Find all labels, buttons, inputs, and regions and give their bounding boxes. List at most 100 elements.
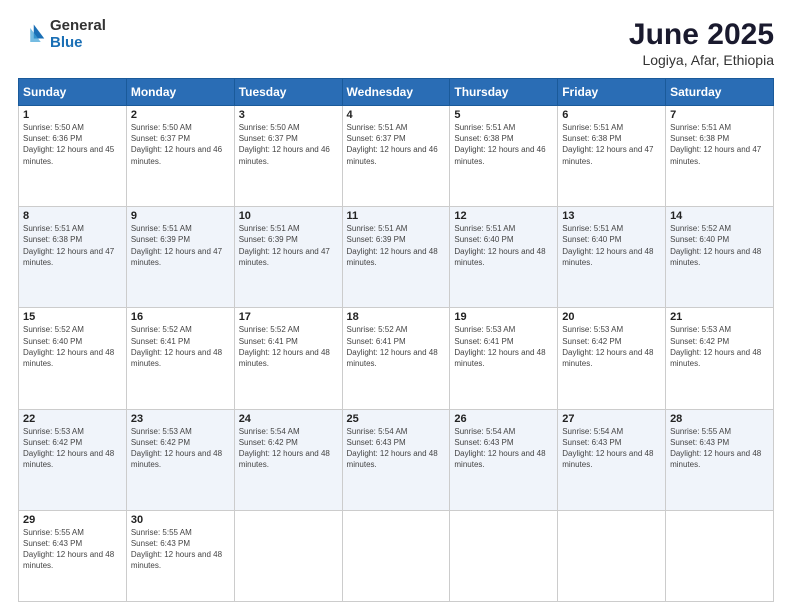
- day-header-sunday: Sunday: [19, 79, 127, 106]
- calendar-cell: 28 Sunrise: 5:55 AM Sunset: 6:43 PM Dayl…: [666, 409, 774, 510]
- logo: General Blue: [18, 18, 106, 51]
- calendar-cell: 14 Sunrise: 5:52 AM Sunset: 6:40 PM Dayl…: [666, 207, 774, 308]
- day-number: 9: [131, 210, 230, 222]
- day-number: 17: [239, 311, 338, 323]
- day-header-monday: Monday: [126, 79, 234, 106]
- calendar-cell: 15 Sunrise: 5:52 AM Sunset: 6:40 PM Dayl…: [19, 308, 127, 409]
- calendar-cell: 13 Sunrise: 5:51 AM Sunset: 6:40 PM Dayl…: [558, 207, 666, 308]
- day-detail: Sunrise: 5:52 AM Sunset: 6:41 PM Dayligh…: [131, 324, 230, 369]
- day-detail: Sunrise: 5:54 AM Sunset: 6:43 PM Dayligh…: [454, 426, 553, 471]
- calendar-cell: 27 Sunrise: 5:54 AM Sunset: 6:43 PM Dayl…: [558, 409, 666, 510]
- calendar-cell: [558, 510, 666, 601]
- day-number: 10: [239, 210, 338, 222]
- day-number: 11: [347, 210, 446, 222]
- day-number: 5: [454, 109, 553, 121]
- calendar-cell: 7 Sunrise: 5:51 AM Sunset: 6:38 PM Dayli…: [666, 106, 774, 207]
- calendar-cell: 30 Sunrise: 5:55 AM Sunset: 6:43 PM Dayl…: [126, 510, 234, 601]
- day-detail: Sunrise: 5:51 AM Sunset: 6:38 PM Dayligh…: [454, 122, 553, 167]
- day-detail: Sunrise: 5:53 AM Sunset: 6:42 PM Dayligh…: [131, 426, 230, 471]
- calendar-cell: 12 Sunrise: 5:51 AM Sunset: 6:40 PM Dayl…: [450, 207, 558, 308]
- day-header-thursday: Thursday: [450, 79, 558, 106]
- day-detail: Sunrise: 5:55 AM Sunset: 6:43 PM Dayligh…: [670, 426, 769, 471]
- calendar-cell: 25 Sunrise: 5:54 AM Sunset: 6:43 PM Dayl…: [342, 409, 450, 510]
- calendar-cell: 9 Sunrise: 5:51 AM Sunset: 6:39 PM Dayli…: [126, 207, 234, 308]
- day-number: 6: [562, 109, 661, 121]
- day-detail: Sunrise: 5:51 AM Sunset: 6:40 PM Dayligh…: [454, 223, 553, 268]
- day-number: 3: [239, 109, 338, 121]
- day-detail: Sunrise: 5:51 AM Sunset: 6:38 PM Dayligh…: [562, 122, 661, 167]
- logo-line1: General: [50, 18, 106, 35]
- calendar-week-row: 29 Sunrise: 5:55 AM Sunset: 6:43 PM Dayl…: [19, 510, 774, 601]
- day-number: 13: [562, 210, 661, 222]
- day-detail: Sunrise: 5:50 AM Sunset: 6:37 PM Dayligh…: [239, 122, 338, 167]
- day-detail: Sunrise: 5:50 AM Sunset: 6:37 PM Dayligh…: [131, 122, 230, 167]
- day-number: 16: [131, 311, 230, 323]
- day-number: 15: [23, 311, 122, 323]
- day-detail: Sunrise: 5:52 AM Sunset: 6:40 PM Dayligh…: [670, 223, 769, 268]
- day-detail: Sunrise: 5:50 AM Sunset: 6:36 PM Dayligh…: [23, 122, 122, 167]
- day-number: 2: [131, 109, 230, 121]
- calendar-cell: 10 Sunrise: 5:51 AM Sunset: 6:39 PM Dayl…: [234, 207, 342, 308]
- calendar-cell: 17 Sunrise: 5:52 AM Sunset: 6:41 PM Dayl…: [234, 308, 342, 409]
- day-detail: Sunrise: 5:54 AM Sunset: 6:42 PM Dayligh…: [239, 426, 338, 471]
- calendar-cell: 4 Sunrise: 5:51 AM Sunset: 6:37 PM Dayli…: [342, 106, 450, 207]
- calendar-table: SundayMondayTuesdayWednesdayThursdayFrid…: [18, 78, 774, 602]
- calendar-cell: [234, 510, 342, 601]
- day-number: 12: [454, 210, 553, 222]
- day-number: 18: [347, 311, 446, 323]
- day-number: 26: [454, 413, 553, 425]
- day-number: 30: [131, 514, 230, 526]
- day-header-wednesday: Wednesday: [342, 79, 450, 106]
- calendar-cell: 24 Sunrise: 5:54 AM Sunset: 6:42 PM Dayl…: [234, 409, 342, 510]
- day-detail: Sunrise: 5:51 AM Sunset: 6:37 PM Dayligh…: [347, 122, 446, 167]
- day-number: 29: [23, 514, 122, 526]
- calendar-week-row: 8 Sunrise: 5:51 AM Sunset: 6:38 PM Dayli…: [19, 207, 774, 308]
- day-detail: Sunrise: 5:53 AM Sunset: 6:41 PM Dayligh…: [454, 324, 553, 369]
- day-detail: Sunrise: 5:52 AM Sunset: 6:41 PM Dayligh…: [347, 324, 446, 369]
- day-detail: Sunrise: 5:54 AM Sunset: 6:43 PM Dayligh…: [562, 426, 661, 471]
- day-number: 21: [670, 311, 769, 323]
- calendar-cell: [450, 510, 558, 601]
- day-detail: Sunrise: 5:53 AM Sunset: 6:42 PM Dayligh…: [562, 324, 661, 369]
- day-number: 4: [347, 109, 446, 121]
- logo-text: General Blue: [50, 18, 106, 51]
- day-number: 19: [454, 311, 553, 323]
- calendar-cell: 3 Sunrise: 5:50 AM Sunset: 6:37 PM Dayli…: [234, 106, 342, 207]
- day-detail: Sunrise: 5:51 AM Sunset: 6:38 PM Dayligh…: [23, 223, 122, 268]
- calendar-cell: 11 Sunrise: 5:51 AM Sunset: 6:39 PM Dayl…: [342, 207, 450, 308]
- logo-line2: Blue: [50, 35, 106, 52]
- calendar-cell: 6 Sunrise: 5:51 AM Sunset: 6:38 PM Dayli…: [558, 106, 666, 207]
- title-block: June 2025 Logiya, Afar, Ethiopia: [629, 18, 774, 68]
- calendar-week-row: 22 Sunrise: 5:53 AM Sunset: 6:42 PM Dayl…: [19, 409, 774, 510]
- day-detail: Sunrise: 5:53 AM Sunset: 6:42 PM Dayligh…: [670, 324, 769, 369]
- calendar-header-row: SundayMondayTuesdayWednesdayThursdayFrid…: [19, 79, 774, 106]
- calendar-week-row: 15 Sunrise: 5:52 AM Sunset: 6:40 PM Dayl…: [19, 308, 774, 409]
- day-number: 1: [23, 109, 122, 121]
- calendar-cell: 16 Sunrise: 5:52 AM Sunset: 6:41 PM Dayl…: [126, 308, 234, 409]
- calendar-cell: [342, 510, 450, 601]
- day-number: 7: [670, 109, 769, 121]
- day-number: 23: [131, 413, 230, 425]
- day-number: 24: [239, 413, 338, 425]
- calendar-week-row: 1 Sunrise: 5:50 AM Sunset: 6:36 PM Dayli…: [19, 106, 774, 207]
- day-detail: Sunrise: 5:51 AM Sunset: 6:39 PM Dayligh…: [347, 223, 446, 268]
- calendar-cell: 23 Sunrise: 5:53 AM Sunset: 6:42 PM Dayl…: [126, 409, 234, 510]
- page: General Blue June 2025 Logiya, Afar, Eth…: [0, 0, 792, 612]
- calendar-cell: 19 Sunrise: 5:53 AM Sunset: 6:41 PM Dayl…: [450, 308, 558, 409]
- header: General Blue June 2025 Logiya, Afar, Eth…: [18, 18, 774, 68]
- day-number: 20: [562, 311, 661, 323]
- logo-icon: [18, 21, 46, 49]
- calendar-cell: 5 Sunrise: 5:51 AM Sunset: 6:38 PM Dayli…: [450, 106, 558, 207]
- day-header-tuesday: Tuesday: [234, 79, 342, 106]
- calendar-cell: 29 Sunrise: 5:55 AM Sunset: 6:43 PM Dayl…: [19, 510, 127, 601]
- calendar-cell: 2 Sunrise: 5:50 AM Sunset: 6:37 PM Dayli…: [126, 106, 234, 207]
- day-number: 14: [670, 210, 769, 222]
- day-detail: Sunrise: 5:55 AM Sunset: 6:43 PM Dayligh…: [23, 527, 122, 572]
- day-detail: Sunrise: 5:52 AM Sunset: 6:40 PM Dayligh…: [23, 324, 122, 369]
- day-detail: Sunrise: 5:51 AM Sunset: 6:38 PM Dayligh…: [670, 122, 769, 167]
- calendar-cell: 8 Sunrise: 5:51 AM Sunset: 6:38 PM Dayli…: [19, 207, 127, 308]
- main-title: June 2025: [629, 18, 774, 52]
- day-detail: Sunrise: 5:53 AM Sunset: 6:42 PM Dayligh…: [23, 426, 122, 471]
- calendar-cell: 21 Sunrise: 5:53 AM Sunset: 6:42 PM Dayl…: [666, 308, 774, 409]
- day-header-saturday: Saturday: [666, 79, 774, 106]
